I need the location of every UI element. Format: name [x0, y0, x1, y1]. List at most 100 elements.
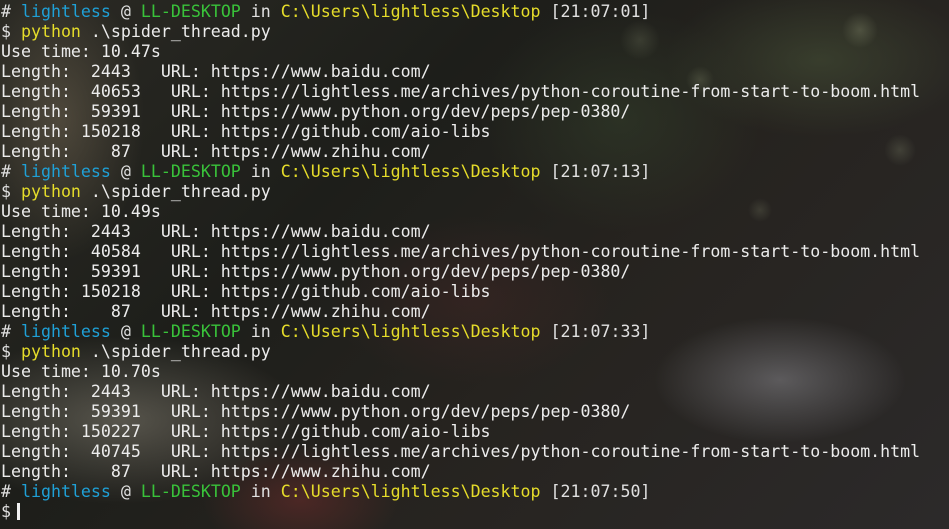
- prompt-line: # lightless @ LL-DESKTOP in C:\Users\lig…: [1, 2, 949, 22]
- result-line: Length: 87 URL: https://www.zhihu.com/: [1, 302, 949, 322]
- result-url: URL: https://lightless.me/archives/pytho…: [170, 82, 921, 101]
- result-url: URL: https://github.com/aio-libs: [170, 282, 491, 301]
- result-url: URL: https://www.python.org/dev/peps/pep…: [170, 102, 631, 121]
- prompt-host: LL-DESKTOP: [140, 482, 241, 501]
- prompt-hash: #: [1, 162, 21, 181]
- prompt-time: [21:07:01]: [550, 2, 651, 21]
- result-url: URL: https://www.baidu.com/: [160, 62, 431, 81]
- prompt-line: # lightless @ LL-DESKTOP in C:\Users\lig…: [1, 162, 949, 182]
- result-line: Length: 150227 URL: https://github.com/a…: [1, 422, 949, 442]
- result-length: Length: 87: [1, 142, 131, 161]
- terminal-window[interactable]: # lightless @ LL-DESKTOP in C:\Users\lig…: [0, 0, 949, 529]
- result-length: Length: 150218: [1, 282, 141, 301]
- result-line: Length: 59391 URL: https://www.python.or…: [1, 402, 949, 422]
- prompt-path: C:\Users\lightless\Desktop: [280, 322, 541, 341]
- use-time-output: Use time: 10.70s: [1, 362, 161, 381]
- result-line: Length: 40745 URL: https://lightless.me/…: [1, 442, 949, 462]
- result-gap: [141, 242, 171, 261]
- result-gap: [141, 262, 171, 281]
- result-gap: [131, 222, 161, 241]
- prompt-time: [21:07:50]: [550, 482, 651, 501]
- result-gap: [131, 462, 161, 481]
- result-line: Length: 2443 URL: https://www.baidu.com/: [1, 222, 949, 242]
- result-length: Length: 2443: [1, 382, 131, 401]
- command-line: $ python .\spider_thread.py: [1, 342, 949, 362]
- result-gap: [131, 302, 161, 321]
- result-gap: [141, 422, 171, 441]
- command-binary: python: [20, 22, 81, 41]
- result-line: Length: 2443 URL: https://www.baidu.com/: [1, 62, 949, 82]
- prompt-in: in: [240, 162, 281, 181]
- result-line: Length: 150218 URL: https://github.com/a…: [1, 122, 949, 142]
- result-url: URL: https://www.python.org/dev/peps/pep…: [170, 262, 631, 281]
- prompt-user: lightless: [20, 162, 111, 181]
- result-length: Length: 59391: [1, 262, 141, 281]
- result-length: Length: 59391: [1, 402, 141, 421]
- result-url: URL: https://www.zhihu.com/: [160, 142, 431, 161]
- prompt-at: @: [110, 322, 141, 341]
- result-length: Length: 59391: [1, 102, 141, 121]
- command-line: $ python .\spider_thread.py: [1, 22, 949, 42]
- result-length: Length: 40584: [1, 242, 141, 261]
- prompt-path: C:\Users\lightless\Desktop: [280, 162, 541, 181]
- prompt-line: # lightless @ LL-DESKTOP in C:\Users\lig…: [1, 322, 949, 342]
- prompt-in: in: [240, 322, 281, 341]
- result-url: URL: https://www.python.org/dev/peps/pep…: [170, 402, 631, 421]
- result-url: URL: https://www.zhihu.com/: [160, 462, 431, 481]
- prompt-user: lightless: [20, 2, 111, 21]
- prompt-at: @: [110, 162, 141, 181]
- result-url: URL: https://www.baidu.com/: [160, 382, 431, 401]
- result-url: URL: https://lightless.me/archives/pytho…: [170, 442, 921, 461]
- result-line: Length: 2443 URL: https://www.baidu.com/: [1, 382, 949, 402]
- result-gap: [131, 62, 161, 81]
- result-url: URL: https://www.baidu.com/: [160, 222, 431, 241]
- prompt-time: [21:07:33]: [550, 322, 651, 341]
- dollar-sign: $: [1, 502, 11, 521]
- dollar-sign: $: [1, 182, 21, 201]
- result-url: URL: https://github.com/aio-libs: [170, 422, 491, 441]
- result-gap: [141, 282, 171, 301]
- prompt-at: @: [110, 2, 141, 21]
- final-prompt-line: # lightless @ LL-DESKTOP in C:\Users\lig…: [1, 482, 949, 502]
- result-length: Length: 150218: [1, 122, 141, 141]
- result-length: Length: 2443: [1, 222, 131, 241]
- result-gap: [141, 102, 171, 121]
- prompt-path: C:\Users\lightless\Desktop: [280, 2, 541, 21]
- command-binary: python: [20, 182, 81, 201]
- prompt-path: C:\Users\lightless\Desktop: [280, 482, 541, 501]
- dollar-sign: $: [1, 22, 21, 41]
- result-gap: [141, 122, 171, 141]
- command-args: .\spider_thread.py: [80, 182, 271, 201]
- dollar-sign: $: [1, 342, 21, 361]
- input-line[interactable]: $: [1, 502, 949, 522]
- result-line: Length: 59391 URL: https://www.python.or…: [1, 262, 949, 282]
- terminal-output: # lightless @ LL-DESKTOP in C:\Users\lig…: [1, 2, 949, 522]
- command-line: $ python .\spider_thread.py: [1, 182, 949, 202]
- result-url: URL: https://www.zhihu.com/: [160, 302, 431, 321]
- prompt-hash: #: [1, 2, 21, 21]
- prompt-time: [21:07:13]: [550, 162, 651, 181]
- result-length: Length: 2443: [1, 62, 131, 81]
- result-gap: [141, 82, 171, 101]
- prompt-user: lightless: [20, 322, 111, 341]
- use-time-output: Use time: 10.49s: [1, 202, 161, 221]
- result-length: Length: 87: [1, 462, 131, 481]
- result-gap: [141, 402, 171, 421]
- prompt-in: in: [240, 2, 281, 21]
- result-line: Length: 40584 URL: https://lightless.me/…: [1, 242, 949, 262]
- use-time-output: Use time: 10.47s: [1, 42, 161, 61]
- result-line: Length: 150218 URL: https://github.com/a…: [1, 282, 949, 302]
- result-line: Length: 87 URL: https://www.zhihu.com/: [1, 462, 949, 482]
- text-cursor[interactable]: [17, 503, 20, 520]
- result-line: Length: 40653 URL: https://lightless.me/…: [1, 82, 949, 102]
- command-binary: python: [20, 342, 81, 361]
- prompt-at: @: [110, 482, 141, 501]
- prompt-host: LL-DESKTOP: [140, 2, 241, 21]
- prompt-user: lightless: [20, 482, 111, 501]
- result-gap: [131, 142, 161, 161]
- command-args: .\spider_thread.py: [80, 22, 271, 41]
- result-gap: [141, 442, 171, 461]
